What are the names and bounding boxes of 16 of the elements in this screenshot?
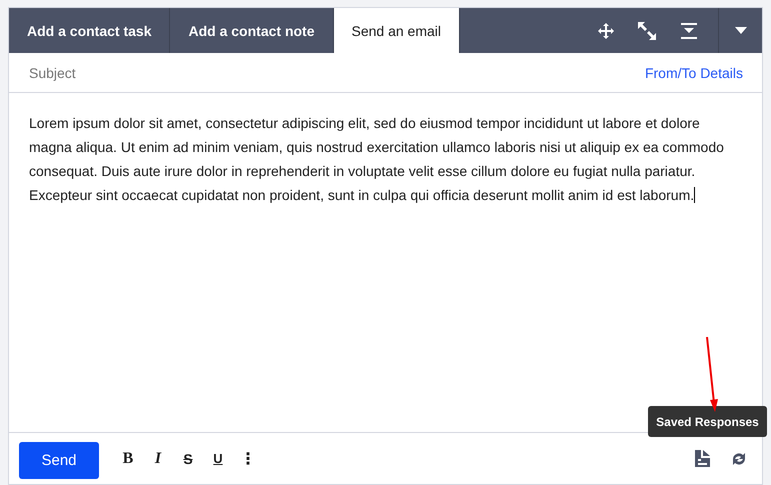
email-body-text[interactable]: Lorem ipsum dolor sit amet, consectetur adipiscing elit, sed do eiusmod tempor incididunt ut labore et dolore magna aliqua. Ut enim ad minim veniam, quis nostrud exercitation ullamco laboris nisi ut aliquip ex ea commodo consequat. Duis aute irure dolor in reprehenderit in voluptate velit esse cillum dolore eu fugiat nulla pariatur. Excepteur sint occaecat cupidatat non proident, sunt in culpa qui officia deserunt mollit anim id est laborum. [29,111,746,207]
strikethrough-button[interactable]: S [175,449,201,468]
tooltip: Saved Responses [648,406,767,437]
bold-button[interactable]: B [115,449,141,468]
document-icon[interactable] [695,450,710,467]
move-icon[interactable] [598,22,614,38]
more-button[interactable]: ⋮ [235,449,261,468]
underline-button[interactable]: U [205,449,231,468]
sync-icon[interactable] [730,452,748,466]
expand-icon[interactable] [638,22,656,40]
tab[interactable]: Send an email [334,8,460,53]
send-button[interactable]: Send [19,442,99,479]
caret-icon[interactable] [735,27,747,34]
italic-button[interactable]: I [145,449,171,468]
from-to-details-link[interactable]: From/To Details [644,64,743,80]
collapse-icon[interactable] [680,22,698,40]
